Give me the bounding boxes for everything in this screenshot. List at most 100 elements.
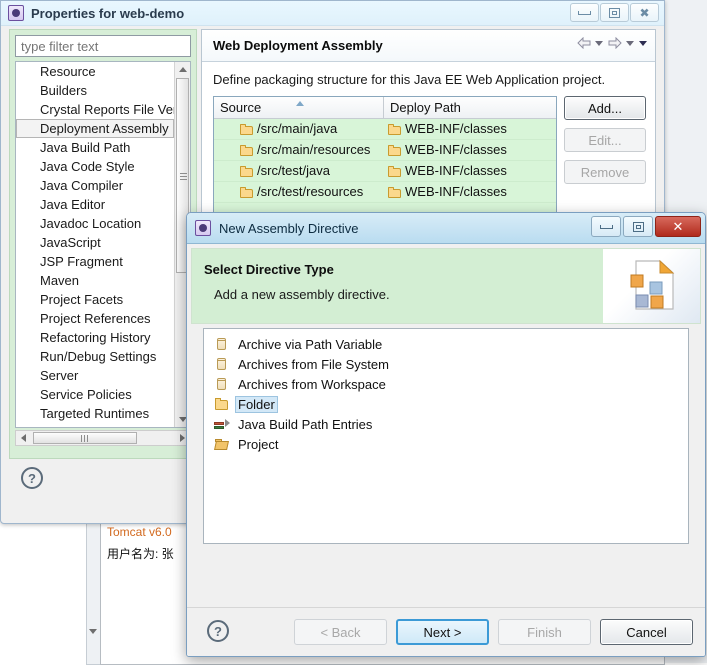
sidebar-item-builders[interactable]: Builders [16, 81, 176, 100]
sidebar-item-project-references[interactable]: Project References [16, 309, 176, 328]
column-header-source[interactable]: Source [214, 97, 384, 118]
jar-icon [214, 337, 230, 352]
back-button: < Back [294, 619, 387, 645]
sidebar-item-run-debug-settings[interactable]: Run/Debug Settings [16, 347, 176, 366]
add-button[interactable]: Add... [564, 96, 646, 120]
back-dropdown-icon[interactable] [595, 40, 603, 46]
help-button[interactable]: ? [207, 620, 229, 642]
column-header-deploy-path[interactable]: Deploy Path [384, 97, 556, 118]
list-item-label: Java Build Path Entries [238, 416, 373, 432]
forward-dropdown-icon[interactable] [626, 40, 634, 46]
strip-scroll-down-icon[interactable] [89, 629, 97, 634]
close-icon: ✖ [639, 5, 650, 20]
folder-icon [388, 144, 401, 156]
close-button[interactable]: ✖ [630, 3, 659, 22]
new-assembly-directive-dialog[interactable]: New Assembly Directive ✕ Select Directiv… [186, 212, 706, 657]
table-row[interactable]: /src/main/resources WEB-INF/classes [214, 140, 556, 161]
cell-source: /src/main/resources [214, 140, 384, 160]
properties-dialog-titlebar[interactable]: Properties for web-demo ✖ [1, 1, 664, 26]
cell-source-label: /src/test/resources [257, 184, 364, 199]
sidebar-item-service-policies[interactable]: Service Policies [16, 385, 176, 404]
list-item-label: Archives from File System [238, 356, 389, 372]
folder-icon [214, 397, 230, 412]
sidebar-item-server[interactable]: Server [16, 366, 176, 385]
forward-arrow-icon[interactable] [608, 36, 622, 50]
table-action-buttons[interactable]: Add... Edit... Remove [564, 96, 646, 192]
jar-icon [214, 357, 230, 372]
sidebar-item-javadoc-location[interactable]: Javadoc Location [16, 214, 176, 233]
table-row[interactable]: /src/test/java WEB-INF/classes [214, 161, 556, 182]
list-item-java-build-path-entries[interactable]: Java Build Path Entries [204, 414, 688, 434]
minimize-button[interactable] [591, 216, 621, 237]
assembly-table[interactable]: Source Deploy Path /src/main/java WEB-IN… [213, 96, 557, 226]
sidebar-item-deployment-assembly[interactable]: Deployment Assembly [16, 119, 174, 138]
close-button[interactable]: ✕ [655, 216, 701, 237]
sidebar-item-crystal-reports-file-ver[interactable]: Crystal Reports File Ver [16, 100, 177, 119]
list-item-archive-via-path-variable[interactable]: Archive via Path Variable [204, 334, 688, 354]
wizard-window-buttons[interactable]: ✕ [591, 216, 701, 237]
column-header-source-label: Source [220, 100, 262, 115]
sidebar-item-project-facets[interactable]: Project Facets [16, 290, 176, 309]
list-item-folder[interactable]: Folder [204, 394, 688, 414]
list-item-project[interactable]: Project [204, 434, 688, 454]
wizard-titlebar[interactable]: New Assembly Directive ✕ [187, 213, 705, 244]
properties-tree-list[interactable]: Resource Builders Crystal Reports File V… [16, 62, 177, 423]
table-row[interactable]: /src/main/java WEB-INF/classes [214, 119, 556, 140]
jar-icon [214, 377, 230, 392]
maximize-button[interactable] [600, 3, 629, 22]
cancel-button[interactable]: Cancel [600, 619, 693, 645]
folder-icon [240, 144, 253, 156]
folder-icon [388, 165, 401, 177]
maximize-icon [609, 7, 620, 18]
cell-source-label: /src/test/java [257, 163, 330, 178]
sidebar-item-resource[interactable]: Resource [16, 62, 176, 81]
sidebar-item-java-compiler[interactable]: Java Compiler [16, 176, 176, 195]
cell-deploy-path-label: WEB-INF/classes [405, 163, 507, 178]
sidebar-item-java-editor[interactable]: Java Editor [16, 195, 176, 214]
maximize-button[interactable] [623, 216, 653, 237]
sidebar-item-targeted-runtimes[interactable]: Targeted Runtimes [16, 404, 176, 423]
sidebar-item-maven[interactable]: Maven [16, 271, 176, 290]
back-arrow-icon[interactable] [577, 36, 591, 50]
hscrollbar-thumb[interactable] [33, 432, 137, 444]
tree-horizontal-scrollbar[interactable] [15, 430, 191, 446]
scroll-left-button[interactable] [16, 431, 31, 445]
close-icon: ✕ [672, 218, 684, 234]
list-item-archives-from-file-system[interactable]: Archives from File System [204, 354, 688, 374]
sidebar-item-java-code-style[interactable]: Java Code Style [16, 157, 176, 176]
help-button[interactable]: ? [21, 467, 43, 489]
cell-deploy-path: WEB-INF/classes [384, 140, 556, 160]
folder-icon [388, 186, 401, 198]
cell-deploy-path-label: WEB-INF/classes [405, 142, 507, 157]
finish-button: Finish [498, 619, 591, 645]
filter-input[interactable] [16, 37, 199, 55]
list-item-archives-from-workspace[interactable]: Archives from Workspace [204, 374, 688, 394]
sidebar-item-javascript[interactable]: JavaScript [16, 233, 176, 252]
sidebar-item-jsp-fragment[interactable]: JSP Fragment [16, 252, 176, 271]
properties-window-buttons[interactable]: ✖ [570, 3, 659, 22]
next-button[interactable]: Next > [396, 619, 489, 645]
cell-deploy-path-label: WEB-INF/classes [405, 184, 507, 199]
directive-type-list[interactable]: Archive via Path Variable Archives from … [203, 328, 689, 544]
wizard-banner-subtitle: Add a new assembly directive. [214, 287, 390, 302]
scroll-up-button[interactable] [175, 62, 190, 77]
table-row[interactable]: /src/test/resources WEB-INF/classes [214, 182, 556, 203]
minimize-button[interactable] [570, 3, 599, 22]
list-item-label: Archive via Path Variable [238, 336, 383, 352]
sidebar-item-java-build-path[interactable]: Java Build Path [16, 138, 176, 157]
page-menu-icon[interactable] [639, 40, 647, 46]
page-navigation[interactable] [577, 36, 647, 50]
cell-deploy-path-label: WEB-INF/classes [405, 121, 507, 136]
properties-dialog-title: Properties for web-demo [31, 5, 185, 21]
cell-deploy-path: WEB-INF/classes [384, 119, 556, 139]
folder-icon [388, 123, 401, 135]
remove-button: Remove [564, 160, 646, 184]
cell-deploy-path: WEB-INF/classes [384, 161, 556, 181]
page-description: Define packaging structure for this Java… [213, 72, 606, 87]
chevron-right-icon [180, 434, 185, 442]
sidebar-item-refactoring-history[interactable]: Refactoring History [16, 328, 176, 347]
wizard-buttons[interactable]: < Back Next > Finish Cancel [294, 619, 693, 645]
table-header[interactable]: Source Deploy Path [214, 97, 556, 119]
filter-field-wrapper[interactable] [15, 35, 199, 57]
properties-tree[interactable]: Resource Builders Crystal Reports File V… [15, 61, 191, 428]
